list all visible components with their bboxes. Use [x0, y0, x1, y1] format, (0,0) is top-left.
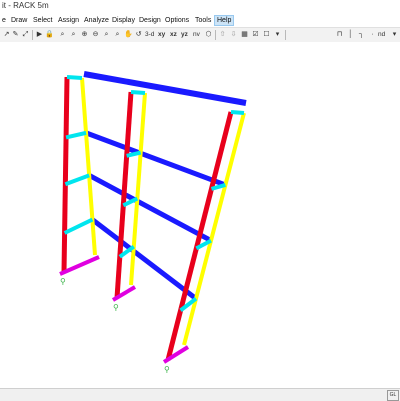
- column-red[interactable]: [165, 111, 234, 361]
- toolbar-separator: [215, 30, 216, 40]
- menu-help[interactable]: Help: [214, 15, 235, 26]
- toolbar-separator: [285, 30, 286, 40]
- zoom-restore-icon[interactable]: ⌕: [69, 30, 78, 39]
- status-box: GL: [387, 390, 399, 401]
- line-icon[interactable]: │: [346, 30, 355, 39]
- column-red[interactable]: [61, 76, 70, 273]
- zoom-previous-icon[interactable]: ⌕: [113, 30, 122, 39]
- pointer-icon[interactable]: ↗: [2, 30, 11, 39]
- menu-draw[interactable]: Draw: [9, 15, 29, 26]
- menu-tools[interactable]: Tools: [193, 15, 213, 26]
- run-icon[interactable]: ▶: [35, 30, 44, 39]
- beam-level-3[interactable]: [90, 217, 198, 301]
- set-display-icon[interactable]: ☐: [262, 30, 271, 39]
- window-title: it - RACK 5m: [2, 1, 49, 10]
- beam-top[interactable]: [83, 71, 247, 106]
- title-bar: it - RACK 5m: [0, 0, 400, 15]
- menu-bar: e Draw Select Assign Analyze Display Des…: [0, 14, 400, 27]
- toolbar-separator: [32, 30, 33, 40]
- menu-edit[interactable]: e: [0, 15, 8, 26]
- joint-connector[interactable]: [63, 217, 94, 235]
- node-icon[interactable]: ∙: [368, 30, 377, 39]
- view-xy-button[interactable]: xy: [158, 29, 165, 40]
- view-3d-button[interactable]: 3-d: [145, 29, 154, 40]
- joint-connector[interactable]: [66, 75, 83, 80]
- pencil-icon[interactable]: ✎: [11, 30, 20, 39]
- down-arrow-icon[interactable]: ⇩: [229, 30, 238, 39]
- menu-design[interactable]: Design: [137, 15, 163, 26]
- restraint-icon: ⚲: [113, 303, 119, 312]
- area-icon[interactable]: ┐: [357, 30, 366, 39]
- up-arrow-icon[interactable]: ⇧: [218, 30, 227, 39]
- menu-display[interactable]: Display: [110, 15, 137, 26]
- restraint-icon: ⚲: [164, 365, 170, 374]
- rack-3d-model[interactable]: ⚲ ⚲ ⚲: [0, 42, 398, 388]
- status-bar: GL: [0, 388, 400, 401]
- dropdown-icon[interactable]: ▾: [273, 30, 282, 39]
- lock-icon[interactable]: 🔒: [45, 30, 54, 39]
- pan-hand-icon[interactable]: ✋: [124, 30, 133, 39]
- toolbar: ↗ ✎ ⤢ ▶ 🔒 ⌕ ⌕ ⊕ ⊖ ⌕ ⌕ ✋ ↺ 3-d xy xz yz n…: [0, 27, 400, 43]
- units-selector[interactable]: nd: [378, 29, 385, 40]
- display-options-icon[interactable]: ☑: [251, 30, 260, 39]
- grid-icon[interactable]: ▦: [240, 30, 249, 39]
- joint-connector[interactable]: [64, 173, 90, 187]
- joint-connector[interactable]: [130, 90, 146, 95]
- zoom-in-icon[interactable]: ⊕: [80, 30, 89, 39]
- joint-connector[interactable]: [230, 110, 245, 115]
- select-all-icon[interactable]: ⤢: [21, 30, 30, 39]
- restraint-icon: ⚲: [60, 277, 66, 286]
- rotate-icon[interactable]: ↺: [134, 30, 143, 39]
- menu-options[interactable]: Options: [163, 15, 191, 26]
- joint-connector[interactable]: [65, 130, 87, 140]
- dropdown-icon[interactable]: ▾: [390, 30, 399, 39]
- view-xz-button[interactable]: xz: [170, 29, 177, 40]
- menu-analyze[interactable]: Analyze: [82, 15, 111, 26]
- beam-level-1[interactable]: [85, 130, 227, 188]
- menu-assign[interactable]: Assign: [56, 15, 81, 26]
- zoom-out-icon[interactable]: ⊖: [91, 30, 100, 39]
- view-nv-button[interactable]: nv: [193, 29, 200, 40]
- model-viewport[interactable]: ⚲ ⚲ ⚲: [0, 42, 400, 388]
- view-yz-button[interactable]: yz: [181, 29, 188, 40]
- perspective-icon[interactable]: ⬡: [204, 30, 213, 39]
- zoom-window-icon[interactable]: ⌕: [58, 30, 67, 39]
- frame-icon[interactable]: ⊓: [335, 30, 344, 39]
- brace-yellow[interactable]: [80, 77, 97, 256]
- zoom-extents-icon[interactable]: ⌕: [102, 30, 111, 39]
- menu-select[interactable]: Select: [31, 15, 54, 26]
